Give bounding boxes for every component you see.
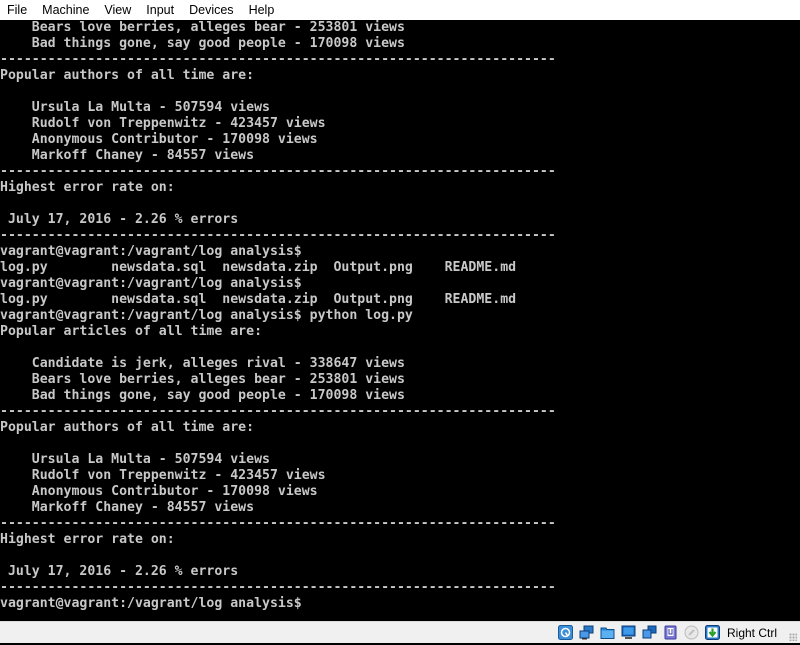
terminal-line: Popular authors of all time are: [0, 420, 255, 435]
terminal-line: Candidate is jerk, alleges rival - 33864… [0, 356, 405, 371]
separator-line: ----------------------------------------… [0, 404, 556, 419]
terminal-line: July 17, 2016 - 2.26 % errors [0, 564, 239, 579]
terminal-screen[interactable]: Bears love berries, alleges bear - 25380… [0, 20, 800, 621]
separator-line: ----------------------------------------… [0, 580, 556, 595]
hard-disk-icon[interactable] [557, 625, 573, 640]
host-key-label: Right Ctrl [726, 625, 777, 640]
menu-bar: File Machine View Input Devices Help [0, 0, 800, 21]
terminal-line: Anonymous Contributor - 170098 views [0, 484, 318, 499]
display-icon[interactable] [621, 625, 636, 640]
video-capture-icon[interactable] [642, 625, 657, 640]
menu-input[interactable]: Input [139, 0, 182, 21]
prompt-line: vagrant@vagrant:/vagrant/log analysis$ [0, 244, 302, 259]
mouse-integration-icon[interactable] [684, 625, 699, 640]
resize-grip[interactable] [789, 632, 797, 641]
guest-additions-icon[interactable] [704, 625, 720, 640]
network-icon[interactable] [579, 625, 594, 640]
terminal-line: Bears love berries, alleges bear - 25380… [0, 20, 405, 35]
terminal-line: July 17, 2016 - 2.26 % errors [0, 212, 239, 227]
separator-line: ----------------------------------------… [0, 164, 556, 179]
separator-line: ----------------------------------------… [0, 52, 556, 67]
menu-file[interactable]: File [0, 0, 35, 21]
terminal-line: Ursula La Multa - 507594 views [0, 100, 270, 115]
menu-devices[interactable]: Devices [182, 0, 241, 21]
menu-machine[interactable]: Machine [35, 0, 97, 21]
terminal-line: Popular authors of all time are: [0, 68, 255, 83]
terminal-line: Markoff Chaney - 84557 views [0, 148, 255, 163]
terminal-line: Bad things gone, say good people - 17009… [0, 388, 405, 403]
terminal-line: log.py newsdata.sql newsdata.zip Output.… [0, 260, 517, 275]
terminal-line: Highest error rate on: [0, 180, 175, 195]
menu-view[interactable]: View [97, 0, 139, 21]
terminal-line: Rudolf von Treppenwitz - 423457 views [0, 116, 326, 131]
prompt-line: vagrant@vagrant:/vagrant/log analysis$ [0, 596, 302, 611]
menu-help[interactable]: Help [242, 0, 283, 21]
terminal-line: Ursula La Multa - 507594 views [0, 452, 270, 467]
terminal-line: Anonymous Contributor - 170098 views [0, 132, 318, 147]
terminal-line: Markoff Chaney - 84557 views [0, 500, 255, 515]
usb-icon[interactable] [663, 625, 678, 640]
terminal-line: log.py newsdata.sql newsdata.zip Output.… [0, 292, 517, 307]
prompt-line: vagrant@vagrant:/vagrant/log analysis$ [0, 276, 302, 291]
status-bar: Right Ctrl [0, 621, 800, 643]
shared-folders-icon[interactable] [600, 625, 615, 640]
separator-line: ----------------------------------------… [0, 228, 556, 243]
separator-line: ----------------------------------------… [0, 516, 556, 531]
prompt-line: vagrant@vagrant:/vagrant/log analysis$ p… [0, 308, 413, 323]
terminal-line: Bears love berries, alleges bear - 25380… [0, 372, 405, 387]
terminal-line: Highest error rate on: [0, 532, 175, 547]
terminal-line: Rudolf von Treppenwitz - 423457 views [0, 468, 326, 483]
terminal-line: Popular articles of all time are: [0, 324, 263, 339]
terminal-line: Bad things gone, say good people - 17009… [0, 36, 405, 51]
